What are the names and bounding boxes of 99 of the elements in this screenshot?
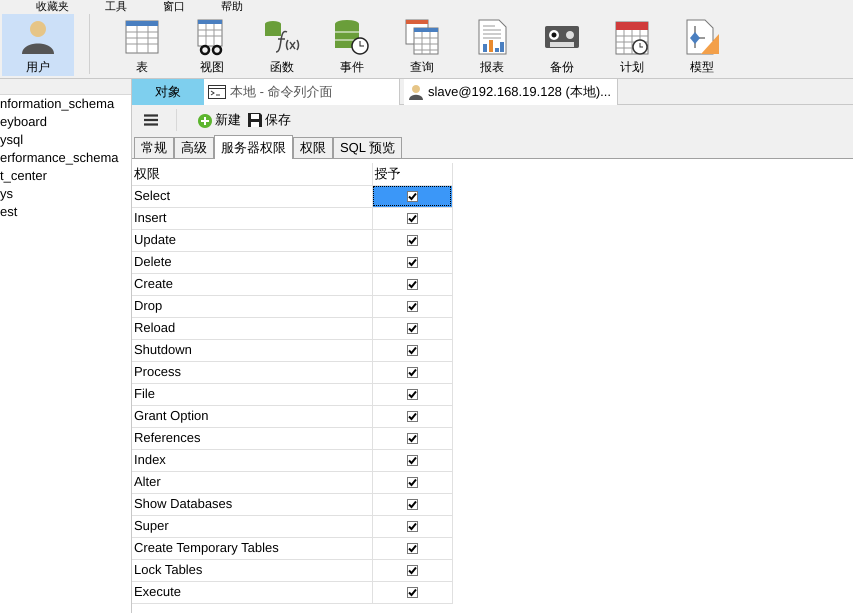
- save-icon: [247, 112, 263, 128]
- table-icon: [123, 18, 161, 56]
- table-cell: Lock Tables: [132, 559, 372, 581]
- grant-cell[interactable]: [372, 273, 452, 295]
- column-header: 权限: [132, 163, 372, 185]
- checkbox[interactable]: [406, 278, 418, 290]
- database-item[interactable]: ys: [0, 185, 131, 203]
- checkbox[interactable]: [406, 388, 418, 400]
- grant-cell[interactable]: [372, 361, 452, 383]
- table-cell: Process: [132, 361, 372, 383]
- table-cell: Alter: [132, 471, 372, 493]
- checkbox[interactable]: [406, 300, 418, 312]
- tab[interactable]: SQL 预览: [333, 137, 402, 158]
- tab[interactable]: 服务器权限: [214, 135, 293, 159]
- toolbar-button[interactable]: 函数: [246, 14, 318, 76]
- table-cell: Shutdown: [132, 339, 372, 361]
- grant-cell[interactable]: [372, 515, 452, 537]
- user-icon: [19, 18, 57, 56]
- table-cell: Select: [132, 185, 372, 207]
- menu-item[interactable]: 收藏夹: [36, 0, 69, 14]
- grant-cell[interactable]: [372, 449, 452, 471]
- tab[interactable]: 权限: [293, 137, 333, 158]
- toolbar-button[interactable]: 模型: [666, 14, 738, 76]
- table-cell: Delete: [132, 251, 372, 273]
- table-cell: Create: [132, 273, 372, 295]
- terminal-icon: [208, 85, 226, 99]
- checkbox[interactable]: [406, 476, 418, 488]
- checkbox[interactable]: [406, 498, 418, 510]
- toolbar-button[interactable]: 备份: [526, 14, 598, 76]
- checkbox[interactable]: [406, 410, 418, 422]
- grant-cell[interactable]: [372, 537, 452, 559]
- menu-item[interactable]: 窗口: [163, 0, 185, 14]
- grant-cell[interactable]: [372, 229, 452, 251]
- database-item[interactable]: eyboard: [0, 113, 131, 131]
- table-cell: File: [132, 383, 372, 405]
- toolbar-button[interactable]: 报表: [456, 14, 528, 76]
- table-cell: Grant Option: [132, 405, 372, 427]
- checkbox[interactable]: [406, 212, 418, 224]
- checkbox[interactable]: [406, 542, 418, 554]
- toolbar-button[interactable]: 用户: [2, 14, 74, 76]
- database-item[interactable]: ysql: [0, 131, 131, 149]
- query-icon: [403, 18, 441, 56]
- menu-item[interactable]: 工具: [105, 0, 127, 14]
- table-cell: Create Temporary Tables: [132, 537, 372, 559]
- checkbox[interactable]: [406, 454, 418, 466]
- grant-cell[interactable]: [372, 493, 452, 515]
- table-cell: Execute: [132, 581, 372, 603]
- database-item[interactable]: t_center: [0, 167, 131, 185]
- grant-cell[interactable]: [372, 581, 452, 603]
- toolbar-button[interactable]: 视图: [176, 14, 248, 76]
- grant-cell[interactable]: [372, 317, 452, 339]
- database-clock-icon: [333, 18, 371, 56]
- toolbar-button[interactable]: 保存: [247, 110, 291, 130]
- document-tab[interactable]: 对象: [132, 79, 204, 105]
- column-header: 授予: [372, 163, 452, 185]
- checkbox[interactable]: [406, 366, 418, 378]
- checkbox[interactable]: [406, 256, 418, 268]
- grant-cell[interactable]: [372, 427, 452, 449]
- toolbar-button[interactable]: 查询: [386, 14, 458, 76]
- add-icon: [195, 111, 213, 129]
- checkbox[interactable]: [406, 344, 418, 356]
- database-item[interactable]: est: [0, 203, 131, 221]
- database-item[interactable]: erformance_schema: [0, 149, 131, 167]
- grant-cell[interactable]: [372, 339, 452, 361]
- database-item[interactable]: nformation_schema: [0, 95, 131, 113]
- table-cell: References: [132, 427, 372, 449]
- tab[interactable]: 高级: [174, 137, 214, 158]
- table-cell: Reload: [132, 317, 372, 339]
- document-tab[interactable]: 本地 - 命令列介面: [204, 79, 400, 105]
- menu-icon[interactable]: [144, 114, 158, 126]
- grant-cell[interactable]: [372, 405, 452, 427]
- grant-cell[interactable]: [372, 559, 452, 581]
- toolbar-button[interactable]: 表: [106, 14, 178, 76]
- grant-cell[interactable]: [372, 207, 452, 229]
- checkbox[interactable]: [406, 564, 418, 576]
- grant-cell[interactable]: [372, 383, 452, 405]
- grant-cell[interactable]: [372, 251, 452, 273]
- toolbar-button[interactable]: 计划: [596, 14, 668, 76]
- toolbar-button[interactable]: 事件: [316, 14, 388, 76]
- checkbox[interactable]: [406, 322, 418, 334]
- checkbox[interactable]: [406, 190, 418, 202]
- table-cell: Insert: [132, 207, 372, 229]
- checkbox[interactable]: [406, 520, 418, 532]
- table-cell: Show Databases: [132, 493, 372, 515]
- user-icon: [408, 84, 424, 100]
- checkbox[interactable]: [406, 432, 418, 444]
- menu-item[interactable]: 帮助: [221, 0, 243, 14]
- grant-cell[interactable]: [372, 185, 452, 207]
- checkbox[interactable]: [406, 234, 418, 246]
- toolbar-button[interactable]: 新建: [195, 110, 241, 130]
- checkbox[interactable]: [406, 586, 418, 598]
- table-cell: Drop: [132, 295, 372, 317]
- tab[interactable]: 常规: [134, 137, 174, 158]
- table-cell: Super: [132, 515, 372, 537]
- document-tab[interactable]: slave@192.168.19.128 (本地)...: [404, 79, 618, 105]
- grant-cell[interactable]: [372, 471, 452, 493]
- table-cell: Update: [132, 229, 372, 251]
- grant-cell[interactable]: [372, 295, 452, 317]
- table-cell: Index: [132, 449, 372, 471]
